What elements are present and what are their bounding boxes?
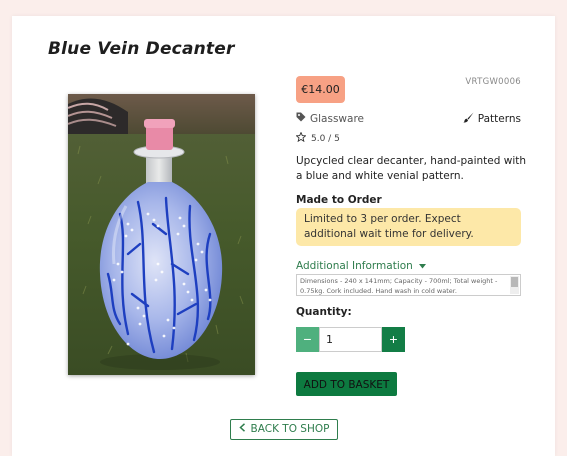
additional-info-toggle[interactable]: Additional Information <box>296 260 426 272</box>
increment-button[interactable]: + <box>382 327 405 352</box>
style-label: Patterns <box>477 113 521 125</box>
made-to-order-heading: Made to Order <box>296 194 382 206</box>
product-sku: VRTGW0006 <box>465 77 521 87</box>
rating-value: 5.0 / 5 <box>311 133 340 144</box>
chevron-left-icon <box>238 419 246 440</box>
product-rating: 5.0 / 5 <box>295 131 340 145</box>
quantity-input[interactable] <box>319 327 382 352</box>
style-link[interactable]: Patterns <box>463 112 521 126</box>
additional-info-text: Dimensions - 240 x 141mm; Capacity - 700… <box>300 277 498 295</box>
quantity-label: Quantity: <box>296 306 352 318</box>
product-image <box>68 94 255 375</box>
additional-info-label: Additional Information <box>296 260 413 272</box>
star-outline-icon <box>295 131 307 145</box>
scrollbar-thumb[interactable] <box>511 277 518 287</box>
category-link[interactable]: Glassware <box>296 112 364 125</box>
product-title: Blue Vein Decanter <box>48 39 235 59</box>
product-description: Upcycled clear decanter, hand-painted wi… <box>296 155 527 182</box>
paintbrush-icon <box>463 112 474 126</box>
category-label: Glassware <box>310 112 364 125</box>
price-badge: €14.00 <box>296 76 345 103</box>
caret-down-icon <box>418 260 426 272</box>
tag-icon <box>296 112 306 125</box>
quantity-stepper: − + <box>296 327 405 352</box>
product-card: Blue Vein Decanter €14.00 VRTGW0006 Glas… <box>12 16 555 456</box>
made-to-order-notice: Limited to 3 per order. Expect additiona… <box>296 208 521 246</box>
additional-info-box[interactable]: Dimensions - 240 x 141mm; Capacity - 700… <box>296 274 521 296</box>
add-to-basket-button[interactable]: ADD TO BASKET <box>296 372 397 396</box>
decrement-button[interactable]: − <box>296 327 319 352</box>
back-to-shop-label: BACK TO SHOP <box>250 423 330 435</box>
back-to-shop-button[interactable]: BACK TO SHOP <box>230 419 338 440</box>
